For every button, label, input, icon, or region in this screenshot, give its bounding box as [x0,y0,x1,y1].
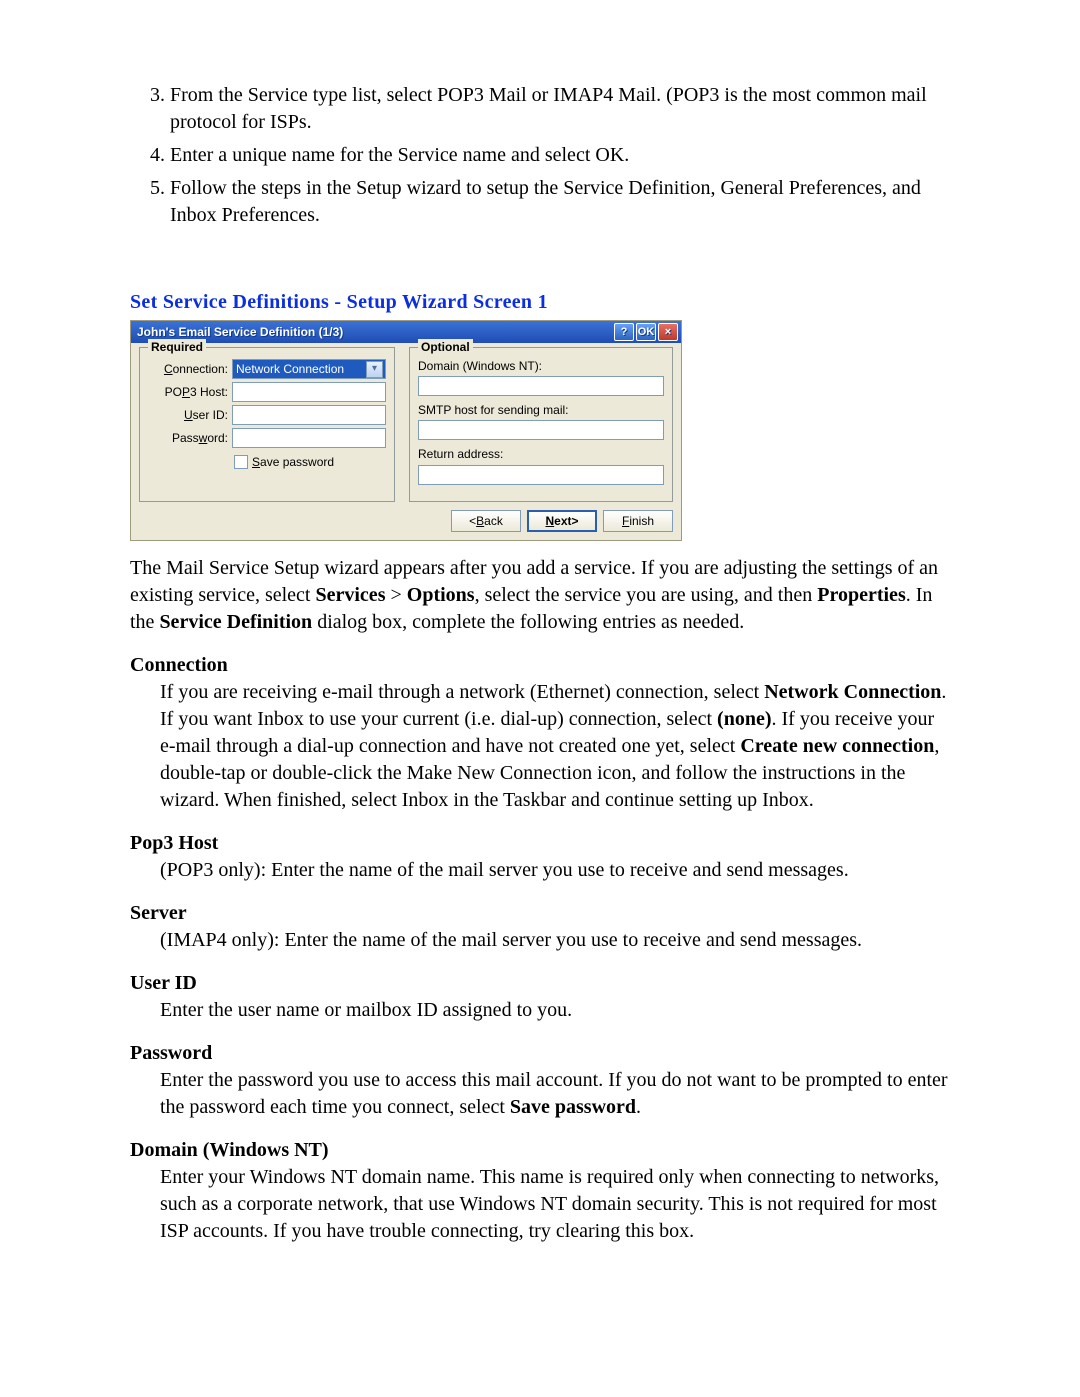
connection-label: CConnection:onnection: [148,361,232,377]
def-userid: User ID Enter the user name or mailbox I… [130,970,950,1024]
def-body: (POP3 only): Enter the name of the mail … [130,857,950,884]
back-button[interactable]: <Back [451,510,521,532]
optional-legend: Optional [418,339,473,355]
dialog-title: John's Email Service Definition (1/3) [137,324,343,340]
def-title: Connection [130,652,950,679]
save-password-checkbox[interactable] [234,455,248,469]
instruction-list: From the Service type list, select POP3 … [130,82,950,229]
section-heading: Set Service Definitions - Setup Wizard S… [130,289,950,316]
required-legend: Required [148,339,206,355]
def-server: Server (IMAP4 only): Enter the name of t… [130,900,950,954]
button-bar: <Back Next> Finish [131,502,681,534]
def-domain: Domain (Windows NT) Enter your Windows N… [130,1137,950,1245]
password-input[interactable] [232,428,386,448]
return-label: Return address: [418,446,664,462]
def-title: User ID [130,970,950,997]
required-group: Required CConnection:onnection: Network … [139,347,395,502]
save-password-label: Save password [252,454,334,470]
def-pop3host: Pop3 Host (POP3 only): Enter the name of… [130,830,950,884]
list-item: Follow the steps in the Setup wizard to … [170,175,950,229]
list-item: From the Service type list, select POP3 … [170,82,950,136]
smtp-input[interactable] [418,420,664,440]
ok-button[interactable]: OK [636,323,656,341]
userid-label: User ID: [148,407,232,423]
pop3host-input[interactable] [232,382,386,402]
next-button[interactable]: Next> [527,510,597,532]
optional-group: Optional Domain (Windows NT): SMTP host … [409,347,673,502]
userid-input[interactable] [232,405,386,425]
connection-value: Network Connection [236,361,344,377]
def-body: (IMAP4 only): Enter the name of the mail… [130,927,950,954]
list-item: Enter a unique name for the Service name… [170,142,950,169]
connection-select[interactable]: Network Connection ▾ [232,359,386,379]
password-label: Password: [148,430,232,446]
def-title: Domain (Windows NT) [130,1137,950,1164]
def-password: Password Enter the password you use to a… [130,1040,950,1121]
def-title: Server [130,900,950,927]
def-title: Password [130,1040,950,1067]
wizard-dialog: John's Email Service Definition (1/3) ? … [130,320,682,541]
smtp-label: SMTP host for sending mail: [418,402,664,418]
titlebar: John's Email Service Definition (1/3) ? … [131,321,681,343]
close-button[interactable]: × [658,323,678,341]
paragraph-after-wizard: The Mail Service Setup wizard appears af… [130,555,950,636]
pop3host-label: POP3 Host: [148,384,232,400]
def-body: Enter your Windows NT domain name. This … [130,1164,950,1245]
def-body: If you are receiving e-mail through a ne… [130,679,950,814]
return-input[interactable] [418,465,664,485]
def-body: Enter the user name or mailbox ID assign… [130,997,950,1024]
def-title: Pop3 Host [130,830,950,857]
chevron-down-icon: ▾ [366,361,383,378]
help-button[interactable]: ? [614,323,634,341]
domain-label: Domain (Windows NT): [418,358,664,374]
finish-button[interactable]: Finish [603,510,673,532]
def-body: Enter the password you use to access thi… [130,1067,950,1121]
def-connection: Connection If you are receiving e-mail t… [130,652,950,814]
domain-input[interactable] [418,376,664,396]
